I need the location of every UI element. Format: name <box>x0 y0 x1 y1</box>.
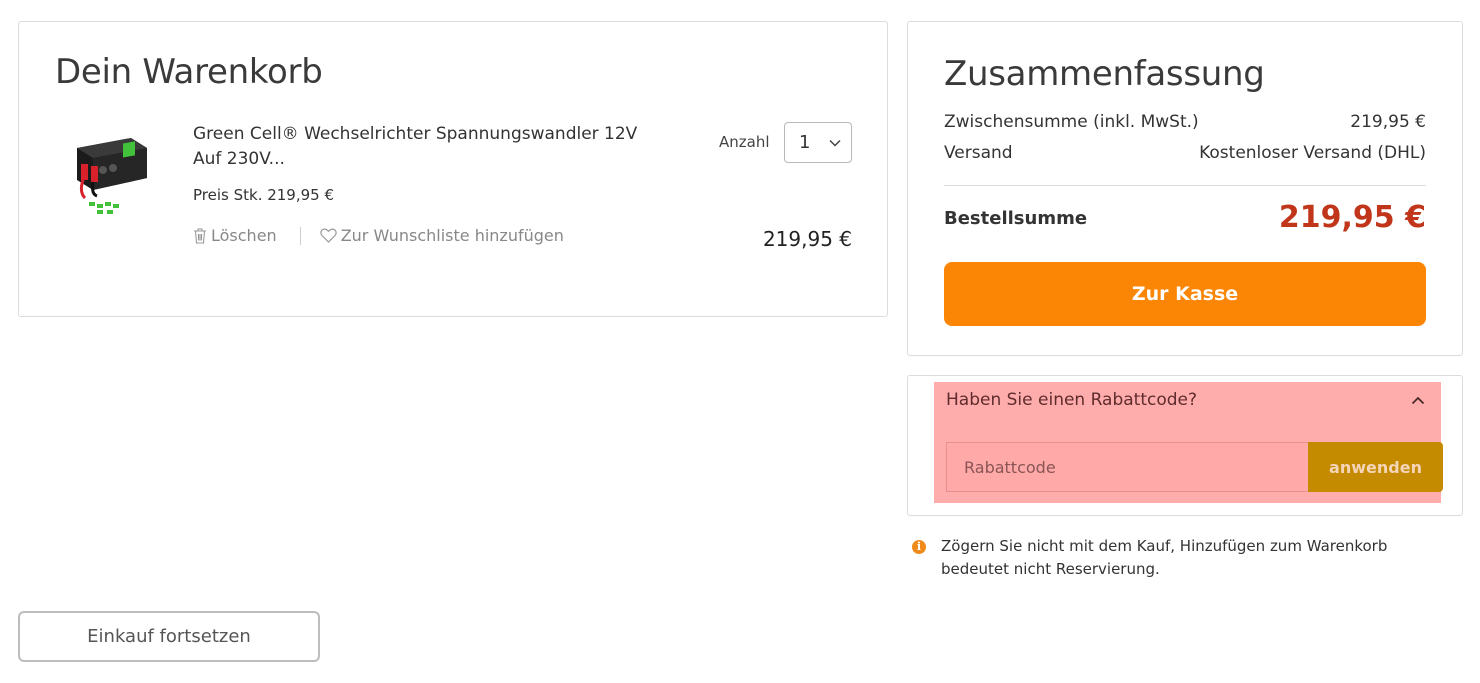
quantity-value: 1 <box>799 132 811 153</box>
subtotal-row: Zwischensumme (inkl. MwSt.) 219,95 € <box>944 112 1426 132</box>
trash-icon <box>194 227 206 244</box>
action-divider <box>299 226 301 245</box>
delete-button[interactable]: Löschen <box>193 226 277 245</box>
summary-divider <box>944 185 1426 186</box>
coupon-input[interactable] <box>946 442 1310 492</box>
cart-page: Dein Warenkorb Green Cell® Wechselrichte… <box>0 0 1480 683</box>
summary-title: Zusammenfassung <box>944 54 1265 94</box>
product-name[interactable]: Green Cell® Wechselrichter Spannungswand… <box>193 122 663 172</box>
apply-coupon-button[interactable]: anwenden <box>1308 442 1443 492</box>
wishlist-label: Zur Wunschliste hinzufügen <box>340 226 564 245</box>
coupon-section: Haben Sie einen Rabattcode? anwenden <box>934 382 1443 503</box>
product-image[interactable] <box>69 126 153 220</box>
summary-panel: Zusammenfassung Zwischensumme (inkl. MwS… <box>907 21 1463 356</box>
wishlist-button[interactable]: Zur Wunschliste hinzufügen <box>320 226 564 245</box>
quantity-select[interactable]: 1 <box>784 122 852 163</box>
total-label: Bestellsumme <box>944 208 1088 229</box>
shipping-value: Kostenloser Versand (DHL) <box>1199 143 1426 163</box>
info-icon: i <box>912 540 926 554</box>
heart-icon <box>320 228 337 243</box>
coupon-toggle[interactable]: Haben Sie einen Rabattcode? <box>946 390 1425 410</box>
quantity-label: Anzahl <box>719 133 770 151</box>
total-value: 219,95 € <box>1278 200 1426 235</box>
unit-price: Preis Stk. 219,95 € <box>193 186 335 204</box>
cart-title: Dein Warenkorb <box>55 52 323 92</box>
chevron-down-icon <box>829 139 841 147</box>
delete-label: Löschen <box>211 226 277 245</box>
continue-shopping-button[interactable]: Einkauf fortsetzen <box>18 611 320 662</box>
coupon-question: Haben Sie einen Rabattcode? <box>946 390 1198 410</box>
shipping-row: Versand Kostenloser Versand (DHL) <box>944 143 1426 163</box>
item-actions: Löschen Zur Wunschliste hinzufügen <box>193 226 564 245</box>
subtotal-label: Zwischensumme (inkl. MwSt.) <box>944 112 1199 132</box>
cart-panel: Dein Warenkorb Green Cell® Wechselrichte… <box>18 21 888 317</box>
shipping-label: Versand <box>944 143 1013 163</box>
notice-text: Zögern Sie nicht mit dem Kauf, Hinzufüge… <box>941 537 1388 578</box>
reservation-notice: i Zögern Sie nicht mit dem Kauf, Hinzufü… <box>912 535 1452 581</box>
checkout-button[interactable]: Zur Kasse <box>944 262 1426 326</box>
subtotal-value: 219,95 € <box>1350 112 1426 132</box>
chevron-up-icon <box>1411 396 1425 404</box>
line-total: 219,95 € <box>762 227 852 251</box>
coupon-panel: Haben Sie einen Rabattcode? anwenden <box>907 375 1463 516</box>
